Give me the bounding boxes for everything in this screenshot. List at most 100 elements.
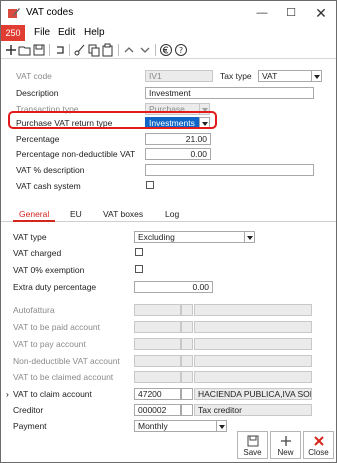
save-button-label: Save xyxy=(243,448,262,457)
new-button-label: New xyxy=(277,448,294,457)
vat-to-claim-account-label: VAT to claim account xyxy=(13,389,92,399)
vat-type-dropdown-button[interactable] xyxy=(244,231,255,243)
close-button[interactable]: Close xyxy=(303,431,334,459)
company-badge[interactable]: 250 xyxy=(1,25,25,41)
vat-to-pay-account-code-field[interactable] xyxy=(134,338,181,350)
creditor-description-field: Tax creditor xyxy=(194,404,312,416)
creditor-code-field[interactable]: 000002 xyxy=(134,404,181,416)
new-button[interactable]: New xyxy=(270,431,301,459)
current-row-marker: › xyxy=(6,389,9,399)
extra-duty-percentage-field[interactable]: 0.00 xyxy=(134,281,213,293)
open-icon[interactable] xyxy=(18,43,32,57)
tab-eu[interactable]: EU xyxy=(70,209,82,219)
title-bar: VAT codes — ☐ ✕ xyxy=(1,1,336,25)
chevron-down-icon[interactable] xyxy=(138,43,152,57)
toolbar: ? xyxy=(1,42,336,59)
vat-percent-description-label: VAT % description xyxy=(16,165,85,175)
plus-icon xyxy=(281,436,291,446)
euro-icon[interactable] xyxy=(159,43,173,57)
vat-to-claim-account-description-field: HACIENDA PUBLICA,IVA SOPORTA xyxy=(194,388,312,400)
close-button-label: Close xyxy=(308,448,329,457)
vat-charged-checkbox[interactable] xyxy=(135,248,143,256)
active-tab-indicator xyxy=(13,220,55,222)
vat-to-pay-account-description-field xyxy=(194,338,312,350)
vat-to-be-paid-account-code-field[interactable] xyxy=(134,321,181,333)
toolbar-separator xyxy=(49,44,50,56)
payment-field[interactable]: Monthly xyxy=(134,420,217,432)
vat-to-claim-account-lookup-icon[interactable] xyxy=(181,388,193,400)
chevron-up-icon[interactable] xyxy=(122,43,136,57)
vat-to-be-paid-account-lookup-icon[interactable] xyxy=(181,321,193,333)
description-field[interactable]: Investment xyxy=(145,87,314,99)
extra-duty-percentage-label: Extra duty percentage xyxy=(13,282,97,292)
menu-help[interactable]: Help xyxy=(84,27,105,38)
non-deductible-vat-account-label: Non-deductible VAT account xyxy=(13,356,120,366)
vat-to-be-claimed-account-lookup-icon[interactable] xyxy=(181,371,193,383)
paste-icon[interactable] xyxy=(101,43,115,57)
autofattura-description-field xyxy=(194,304,312,316)
vat-code-field[interactable]: IV1 xyxy=(145,70,213,82)
payment-dropdown-button[interactable] xyxy=(216,420,227,432)
percentage-non-deductible-label: Percentage non-deductible VAT xyxy=(16,149,136,159)
cut-icon[interactable] xyxy=(73,43,87,57)
minimize-button[interactable]: — xyxy=(248,3,276,23)
vat-to-be-paid-account-label: VAT to be paid account xyxy=(13,322,100,332)
vat-to-pay-account-label: VAT to pay account xyxy=(13,339,86,349)
tax-type-field[interactable]: VAT xyxy=(258,70,312,82)
new-icon[interactable] xyxy=(4,43,18,57)
vat-cash-system-checkbox[interactable] xyxy=(146,181,154,189)
vat-percent-description-field[interactable] xyxy=(145,164,314,176)
percentage-non-deductible-field[interactable]: 0.00 xyxy=(145,148,211,160)
close-window-button[interactable]: ✕ xyxy=(307,3,335,23)
save-button[interactable]: Save xyxy=(237,431,268,459)
vat-0-exemption-checkbox[interactable] xyxy=(135,265,143,273)
copy-icon[interactable] xyxy=(87,43,101,57)
vat-cash-system-label: VAT cash system xyxy=(16,181,81,191)
undo-icon[interactable] xyxy=(53,43,67,57)
tax-type-dropdown-button[interactable] xyxy=(311,70,322,82)
close-icon xyxy=(314,436,324,446)
vat-code-label: VAT code xyxy=(16,71,52,81)
vat-type-field[interactable]: Excluding xyxy=(134,231,245,243)
percentage-label: Percentage xyxy=(16,134,60,144)
non-deductible-vat-account-code-field[interactable] xyxy=(134,355,181,367)
menu-bar: 250 File Edit Help xyxy=(1,25,336,41)
tab-log[interactable]: Log xyxy=(165,209,179,219)
menu-file[interactable]: File xyxy=(34,27,50,38)
autofattura-code-field[interactable] xyxy=(134,304,181,316)
toolbar-separator xyxy=(155,44,156,56)
creditor-lookup-icon[interactable] xyxy=(181,404,193,416)
vat-to-be-claimed-account-label: VAT to be claimed account xyxy=(13,372,114,382)
description-label: Description xyxy=(16,88,59,98)
vat-to-be-claimed-account-code-field[interactable] xyxy=(134,371,181,383)
non-deductible-vat-account-lookup-icon[interactable] xyxy=(181,355,193,367)
autofattura-lookup-icon[interactable] xyxy=(181,304,193,316)
vat-codes-window: VAT codes — ☐ ✕ 250 File Edit Help ? VAT… xyxy=(0,0,337,463)
app-icon xyxy=(8,8,20,18)
vat-0-exemption-label: VAT 0% exemption xyxy=(13,265,85,275)
vat-to-be-claimed-account-description-field xyxy=(194,371,312,383)
toolbar-separator xyxy=(118,44,119,56)
payment-label: Payment xyxy=(13,421,47,431)
tab-vat-boxes[interactable]: VAT boxes xyxy=(103,209,143,219)
creditor-label: Creditor xyxy=(13,405,44,415)
tax-type-label: Tax type xyxy=(220,71,252,81)
toolbar-separator xyxy=(69,44,70,56)
menu-edit[interactable]: Edit xyxy=(58,27,75,38)
vat-to-be-paid-account-description-field xyxy=(194,321,312,333)
autofattura-label: Autofattura xyxy=(13,305,55,315)
vat-charged-label: VAT charged xyxy=(13,248,62,258)
tab-general[interactable]: General xyxy=(19,209,49,219)
tab-bar: General EU VAT boxes Log xyxy=(1,208,336,222)
vat-to-claim-account-code-field[interactable]: 47200 xyxy=(134,388,181,400)
percentage-field[interactable]: 21.00 xyxy=(145,133,211,145)
maximize-button[interactable]: ☐ xyxy=(277,3,305,23)
highlight-box xyxy=(8,111,217,129)
non-deductible-vat-account-description-field xyxy=(194,355,312,367)
save-icon[interactable] xyxy=(32,43,46,57)
save-icon xyxy=(247,435,259,447)
vat-to-pay-account-lookup-icon[interactable] xyxy=(181,338,193,350)
help-icon[interactable]: ? xyxy=(174,43,188,57)
vat-type-label: VAT type xyxy=(13,232,47,242)
svg-text:?: ? xyxy=(179,46,183,55)
